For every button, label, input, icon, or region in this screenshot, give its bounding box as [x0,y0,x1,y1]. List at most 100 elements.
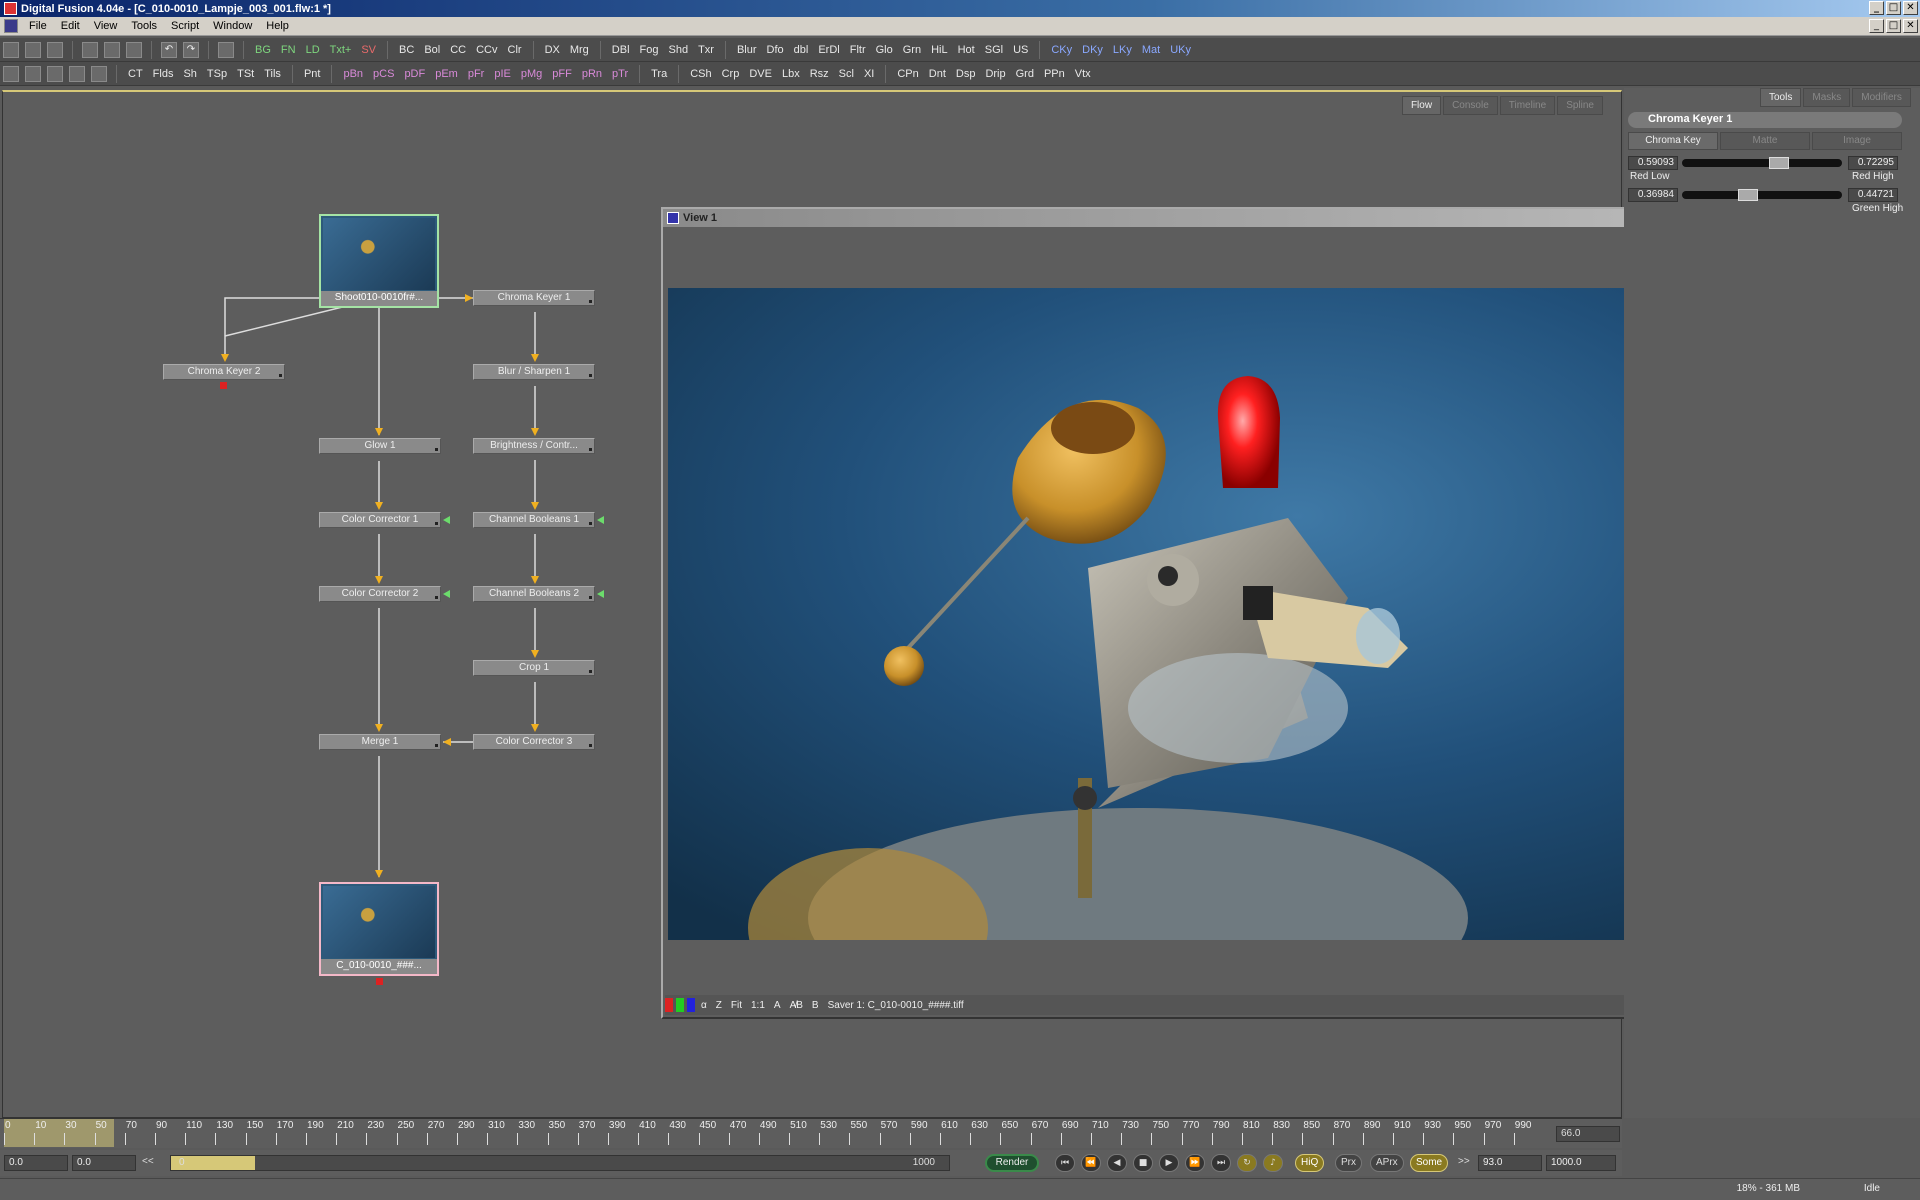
step-forward-icon[interactable]: ⏩ [1185,1154,1205,1172]
redo-icon[interactable]: ↷ [183,41,199,58]
tool-drip[interactable]: Drip [980,68,1010,80]
new-file-icon[interactable] [3,41,19,58]
layout-horizontal-icon[interactable] [47,65,63,82]
tool-pem[interactable]: pEm [430,68,463,80]
tool-dbl[interactable]: DBl [607,44,635,56]
step-forward-button[interactable]: >> [1458,1156,1470,1167]
tool-hil[interactable]: HiL [926,44,953,56]
minimize-button[interactable]: _ [1869,1,1884,15]
tool-lky[interactable]: LKy [1108,44,1137,56]
copy-icon[interactable] [104,41,120,58]
tool-bc[interactable]: BC [394,44,419,56]
menu-edit[interactable]: Edit [54,20,87,32]
tool-tils[interactable]: Tils [259,68,286,80]
doc-close-button[interactable]: ✕ [1903,19,1918,33]
red-high-value[interactable]: 0.72295 [1848,156,1898,170]
buffer-b-button[interactable]: B [809,1000,822,1011]
tool-dky[interactable]: DKy [1077,44,1108,56]
play-icon[interactable]: ▶ [1159,1154,1179,1172]
tool-pbn[interactable]: pBn [338,68,368,80]
slider-knob[interactable] [1738,189,1758,201]
node-chroma-keyer-1[interactable]: Chroma Keyer 1 [473,290,595,306]
green-low-value[interactable]: 0.36984 [1628,188,1678,202]
tool-ld[interactable]: LD [301,44,325,56]
green-channel-swatch[interactable] [676,998,684,1012]
tool-csh[interactable]: CSh [685,68,716,80]
menu-tools[interactable]: Tools [124,20,164,32]
tool-grd[interactable]: Grd [1011,68,1039,80]
z-channel-button[interactable]: Z [713,1000,725,1011]
hiq-toggle[interactable]: HiQ [1295,1154,1325,1172]
maximize-button[interactable]: □ [1886,1,1901,15]
tool-xi[interactable]: XI [859,68,879,80]
tool-bg[interactable]: BG [250,44,276,56]
tool-glo[interactable]: Glo [871,44,898,56]
menu-window[interactable]: Window [206,20,259,32]
tool-cpn[interactable]: CPn [892,68,923,80]
tool-prn[interactable]: pRn [577,68,607,80]
tool-pie[interactable]: pIE [489,68,516,80]
tool-grn[interactable]: Grn [898,44,926,56]
proxy-toggle[interactable]: Prx [1335,1154,1362,1172]
tool-cc[interactable]: CC [445,44,471,56]
node-color-corrector-1[interactable]: Color Corrector 1 [319,512,441,528]
alpha-channel-button[interactable]: α [698,1000,710,1011]
tool-blur[interactable]: Blur [732,44,762,56]
tool-flds[interactable]: Flds [148,68,179,80]
tool-hot[interactable]: Hot [953,44,980,56]
saver-node[interactable]: C_010-0010_###... [319,882,439,976]
tool-pff[interactable]: pFF [547,68,577,80]
tool-dx[interactable]: DX [540,44,565,56]
tool-rsz[interactable]: Rsz [805,68,834,80]
tool-uky[interactable]: UKy [1165,44,1196,56]
auto-proxy-toggle[interactable]: APrx [1370,1154,1404,1172]
tool-clr[interactable]: Clr [503,44,527,56]
play-reverse-icon[interactable]: ◀ [1107,1154,1127,1172]
tab-masks[interactable]: Masks [1803,88,1851,107]
menu-view[interactable]: View [87,20,125,32]
node-channel-booleans-2[interactable]: Channel Booleans 2 [473,586,595,602]
tool-fog[interactable]: Fog [635,44,664,56]
node-brightness-contrast[interactable]: Brightness / Contr... [473,438,595,454]
doc-minimize-button[interactable]: _ [1869,19,1884,33]
menu-script[interactable]: Script [164,20,206,32]
ruler-end-value[interactable]: 66.0 [1556,1126,1620,1142]
tool-ccv[interactable]: CCv [471,44,502,56]
tool-sv[interactable]: SV [356,44,381,56]
tab-flow[interactable]: Flow [1401,96,1442,115]
tool-txt[interactable]: Txt+ [325,44,357,56]
subtab-matte[interactable]: Matte [1720,132,1810,150]
tool-sh[interactable]: Sh [178,68,201,80]
arrow-icon[interactable] [218,41,234,58]
node-blur-sharpen-1[interactable]: Blur / Sharpen 1 [473,364,595,380]
global-start-field[interactable]: 0.0 [72,1155,136,1171]
tab-modifiers[interactable]: Modifiers [1852,88,1911,107]
subtab-chroma-key[interactable]: Chroma Key [1628,132,1718,150]
red-range-slider[interactable] [1682,157,1842,169]
menu-help[interactable]: Help [259,20,296,32]
node-crop-1[interactable]: Crop 1 [473,660,595,676]
red-channel-swatch[interactable] [665,998,673,1012]
red-low-value[interactable]: 0.59093 [1628,156,1678,170]
node-chroma-keyer-2[interactable]: Chroma Keyer 2 [163,364,285,380]
tool-us[interactable]: US [1008,44,1033,56]
fit-button[interactable]: Fit [728,1000,745,1011]
layout-split-icon[interactable] [25,65,41,82]
tool-dnt[interactable]: Dnt [924,68,951,80]
tool-dsp[interactable]: Dsp [951,68,981,80]
slider-knob[interactable] [1768,157,1789,169]
render-end-field[interactable]: 93.0 [1478,1155,1542,1171]
doc-restore-button[interactable]: □ [1886,19,1901,33]
tool-cky[interactable]: CKy [1046,44,1077,56]
menu-file[interactable]: File [22,20,54,32]
global-end-field[interactable]: 1000.0 [1546,1155,1616,1171]
tool-tsp[interactable]: TSp [202,68,232,80]
loader-node[interactable]: Shoot010-0010fr#... [319,214,439,308]
paste-icon[interactable] [126,41,142,58]
tool-ptr[interactable]: pTr [607,68,633,80]
tool-shd[interactable]: Shd [664,44,694,56]
audio-icon[interactable]: ♪ [1263,1154,1283,1172]
time-ruler[interactable]: 0 10 30 50 70 90 110 130 150 170 190 210 230 250 270 29… [0,1118,1622,1148]
node-glow-1[interactable]: Glow 1 [319,438,441,454]
node-channel-booleans-1[interactable]: Channel Booleans 1 [473,512,595,528]
